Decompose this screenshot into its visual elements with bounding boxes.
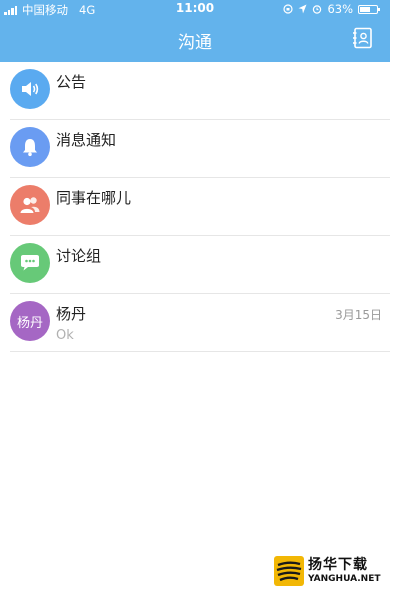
battery-fill: [360, 6, 370, 12]
last-message: Ok: [56, 328, 74, 343]
discussion-avatar: [10, 243, 50, 283]
battery-icon: [358, 4, 380, 14]
notification-avatar: [10, 127, 50, 167]
page-title: 沟通: [178, 33, 212, 53]
bell-icon: [23, 139, 37, 157]
colleagues-avatar: [10, 185, 50, 225]
watermark-cn: 扬华下载: [308, 556, 368, 573]
watermark-logo: 扬华下载 YANGHUA.NET: [272, 552, 394, 589]
speaker-icon: [22, 82, 39, 96]
chat-bubble-icon: [21, 255, 39, 271]
people-icon: [20, 197, 40, 213]
top-bar: 中国移动 4G 11:00 63% 沟通: [0, 0, 390, 62]
rotation-lock-icon: [283, 4, 294, 14]
conversation-list: 公告 消息通知 同事在哪儿 讨论组 杨丹 杨丹 Ok 3月15日: [0, 62, 390, 352]
status-bar: 中国移动 4G 11:00 63%: [0, 0, 390, 18]
list-item-announcement[interactable]: 公告: [10, 62, 390, 120]
list-item-discussion-group[interactable]: 讨论组: [10, 236, 390, 294]
list-item-title: 消息通知: [56, 131, 117, 149]
watermark-en: YANGHUA.NET: [308, 573, 381, 584]
watermark-mark-icon: [274, 555, 304, 586]
alarm-icon: [313, 5, 322, 14]
battery-percent: 63%: [327, 2, 353, 16]
list-item-title: 公告: [56, 73, 87, 91]
status-right: 63%: [283, 2, 380, 16]
list-item-notifications[interactable]: 消息通知: [10, 120, 390, 178]
avatar: 杨丹: [10, 301, 50, 341]
message-date: 3月15日: [335, 308, 382, 322]
announcement-avatar: [10, 69, 50, 109]
list-item-conversation[interactable]: 杨丹 杨丹 Ok 3月15日: [10, 294, 390, 352]
location-icon: [298, 4, 307, 14]
contacts-book-icon: [353, 27, 372, 49]
contacts-button[interactable]: [352, 27, 374, 49]
list-item-colleagues[interactable]: 同事在哪儿: [10, 178, 390, 236]
list-item-title: 讨论组: [56, 247, 102, 265]
watermark-text: 扬华下载 YANGHUA.NET: [308, 558, 380, 584]
contact-name: 杨丹: [56, 305, 87, 323]
list-item-title: 同事在哪儿: [56, 189, 132, 207]
